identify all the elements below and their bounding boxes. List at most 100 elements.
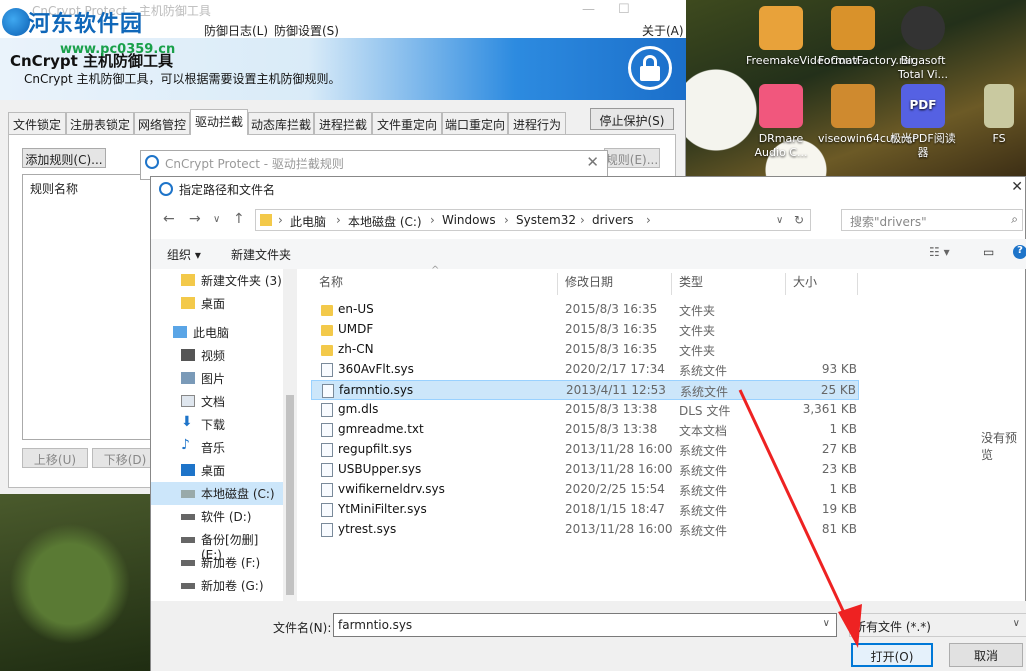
tab-network-control[interactable]: 网络管控 xyxy=(134,112,190,134)
folder-icon xyxy=(984,84,1014,128)
chevron-down-icon[interactable]: ∨ xyxy=(823,618,830,629)
nav-item-drive-d[interactable]: 软件 (D:) xyxy=(151,505,283,528)
column-header-name[interactable]: 名称 xyxy=(319,273,343,290)
nav-item-videos[interactable]: 视频 xyxy=(151,344,283,367)
nav-item-desktop-2[interactable]: 桌面 xyxy=(151,459,283,482)
nav-item-drive-f[interactable]: 新加卷 (F:) xyxy=(151,551,283,574)
file-row[interactable]: en-US 2015/8/3 16:35 文件夹 xyxy=(311,300,859,320)
nav-item-desktop[interactable]: 桌面 xyxy=(151,292,283,315)
open-button[interactable]: 打开(O) xyxy=(851,643,933,667)
tab-registry-lock[interactable]: 注册表锁定 xyxy=(66,112,134,134)
column-divider[interactable] xyxy=(557,273,558,295)
nav-item-drive-e[interactable]: 备份[勿删] (E:) xyxy=(151,528,283,562)
menu-defense-settings[interactable]: 防御设置(S) xyxy=(274,22,339,39)
chevron-down-icon[interactable]: ∨ xyxy=(776,215,783,226)
breadcrumb-this-pc[interactable]: 此电脑 xyxy=(290,213,326,230)
new-folder-button[interactable]: 新建文件夹 xyxy=(231,246,291,263)
add-rule-button[interactable]: 添加规则(C)... xyxy=(22,148,106,168)
tab-driver-intercept[interactable]: 驱动拦截 xyxy=(190,109,248,135)
column-divider[interactable] xyxy=(671,273,672,295)
desktop-icon-jiguang-pdf[interactable]: PDF 极光PDF阅读器 xyxy=(888,84,958,160)
nav-item-documents[interactable]: 文档 xyxy=(151,390,283,413)
maximize-icon[interactable]: ☐ xyxy=(618,2,630,17)
tab-file-redirect[interactable]: 文件重定向 xyxy=(372,112,442,134)
tab-dll-intercept[interactable]: 动态库拦截 xyxy=(248,112,314,134)
navigation-scrollbar[interactable] xyxy=(283,269,297,601)
column-header-size[interactable]: 大小 xyxy=(793,273,817,290)
nav-item-local-disk-c[interactable]: 本地磁盘 (C:) xyxy=(151,482,283,505)
desktop-icon-viseowin[interactable]: viseowin64cut.rar xyxy=(818,84,916,146)
breadcrumb-windows[interactable]: Windows xyxy=(442,213,496,227)
nav-item-this-pc[interactable]: 此电脑 xyxy=(151,321,283,344)
desktop-icon-drmare[interactable]: DRmare Audio C... xyxy=(746,84,816,160)
forward-arrow-icon[interactable]: → xyxy=(189,211,201,227)
desktop-icon-freemake[interactable]: FreemakeVideoConv... xyxy=(746,6,868,68)
file-row[interactable]: vwifikerneldrv.sys 2020/2/25 15:54 系统文件 1 K… xyxy=(311,480,859,500)
file-row[interactable]: 360AvFlt.sys 2020/2/17 17:34 系统文件 93 KB xyxy=(311,360,859,380)
file-row-selected[interactable]: farmntio.sys 2013/4/11 12:53 系统文件 25 KB xyxy=(311,380,859,400)
address-bar[interactable]: › 此电脑 › 本地磁盘 (C:) › Windows › System32 ›… xyxy=(255,209,811,231)
stop-protection-button[interactable]: 停止保护(S) xyxy=(590,108,674,130)
filetype-select[interactable]: 所有文件 (*.*) ∨ xyxy=(849,613,1026,637)
organize-button[interactable]: 组织 ▾ xyxy=(167,246,201,263)
tab-file-lock[interactable]: 文件锁定 xyxy=(8,112,66,134)
rule-list[interactable] xyxy=(22,174,152,440)
file-row[interactable]: zh-CN 2015/8/3 16:35 文件夹 xyxy=(311,340,859,360)
download-icon: ⬇ xyxy=(181,414,193,430)
minimize-icon[interactable]: — xyxy=(582,2,595,17)
nav-item-new-folder[interactable]: 新建文件夹 (3) xyxy=(151,269,283,292)
rule-name-header: 规则名称 xyxy=(30,182,79,196)
desktop-icon-bigasoft[interactable]: Bigasoft Total Vi... xyxy=(888,6,958,82)
recent-dropdown-icon[interactable]: ∨ xyxy=(213,214,220,225)
column-divider[interactable] xyxy=(857,273,858,295)
tab-process-intercept[interactable]: 进程拦截 xyxy=(314,112,372,134)
scrollbar-thumb[interactable] xyxy=(286,395,294,595)
tab-process-behavior[interactable]: 进程行为 xyxy=(508,112,566,134)
filename-input[interactable]: farmntio.sys ∨ xyxy=(333,613,837,637)
breadcrumb-separator-icon: › xyxy=(430,213,435,227)
preview-pane-icon[interactable]: ▭ xyxy=(983,245,994,259)
file-row[interactable]: gm.dls 2015/8/3 13:38 DLS 文件 3,361 KB xyxy=(311,400,859,420)
breadcrumb-system32[interactable]: System32 xyxy=(516,213,576,227)
column-header-type[interactable]: 类型 xyxy=(679,273,703,290)
file-row[interactable]: UMDF 2015/8/3 16:35 文件夹 xyxy=(311,320,859,340)
nav-item-pictures[interactable]: 图片 xyxy=(151,367,283,390)
column-header-date[interactable]: 修改日期 xyxy=(565,273,613,290)
search-input[interactable]: 搜索"drivers" ⌕ xyxy=(841,209,1023,231)
back-arrow-icon[interactable]: ← xyxy=(163,211,175,227)
menu-defense-log[interactable]: 防御日志(L) xyxy=(204,22,268,39)
cancel-button[interactable]: 取消 xyxy=(949,643,1023,667)
help-icon[interactable]: ? xyxy=(1013,245,1026,259)
close-icon[interactable]: ✕ xyxy=(586,153,599,171)
file-dialog-footer: 文件名(N): farmntio.sys ∨ 所有文件 (*.*) ∨ 打开(O… xyxy=(151,601,1026,671)
close-icon[interactable]: ✕ xyxy=(1011,179,1023,195)
file-dialog-titlebar: 指定路径和文件名 ✕ xyxy=(151,177,1026,201)
desktop-icon-formatfactory[interactable]: FormatFactory.rar xyxy=(818,6,915,68)
move-up-button[interactable]: 上移(U) xyxy=(22,448,88,468)
breadcrumb-drivers[interactable]: drivers xyxy=(592,213,634,227)
system-file-icon xyxy=(321,463,333,477)
nav-item-music[interactable]: ♪ 音乐 xyxy=(151,436,283,459)
file-row[interactable]: gmreadme.txt 2015/8/3 13:38 文本文档 1 KB xyxy=(311,420,859,440)
refresh-icon[interactable]: ↻ xyxy=(794,213,804,227)
file-row[interactable]: YtMiniFilter.sys 2018/1/15 18:47 系统文件 19 KB xyxy=(311,500,859,520)
rule-edit-button[interactable]: 规则(E)... xyxy=(604,148,660,168)
system-file-icon xyxy=(321,523,333,537)
view-options-icon[interactable]: ☷ ▾ xyxy=(929,245,950,259)
breadcrumb-local-disk[interactable]: 本地磁盘 (C:) xyxy=(348,213,422,230)
column-divider[interactable] xyxy=(785,273,786,295)
sort-ascending-icon: ^ xyxy=(431,265,440,276)
breadcrumb-separator-icon: › xyxy=(646,213,651,227)
nav-item-downloads[interactable]: ⬇ 下载 xyxy=(151,413,283,436)
file-row[interactable]: regupfilt.sys 2013/11/28 16:00 系统文件 27 KB xyxy=(311,440,859,460)
desktop-icon-fs[interactable]: FS xyxy=(974,84,1024,146)
text-file-icon xyxy=(321,423,333,437)
file-row[interactable]: ytrest.sys 2013/11/28 16:00 系统文件 81 KB xyxy=(311,520,859,540)
file-row[interactable]: USBUpper.sys 2013/11/28 16:00 系统文件 23 KB xyxy=(311,460,859,480)
system-file-icon xyxy=(322,384,334,398)
nav-item-drive-g[interactable]: 新加卷 (G:) xyxy=(151,574,283,597)
up-arrow-icon[interactable]: ↑ xyxy=(233,211,245,227)
menu-about[interactable]: 关于(A) xyxy=(642,22,684,39)
move-down-button[interactable]: 下移(D) xyxy=(92,448,158,468)
tab-port-redirect[interactable]: 端口重定向 xyxy=(442,112,508,134)
